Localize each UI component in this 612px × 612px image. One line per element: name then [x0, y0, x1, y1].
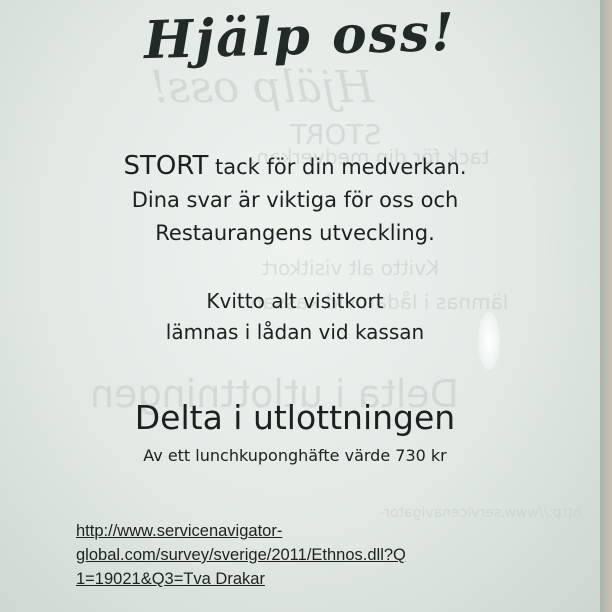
- prize-text: Av ett lunchkuponghäfte värde 730 kr: [143, 446, 447, 465]
- sign-title: Hjälp oss!: [143, 1, 457, 72]
- show-through-receipt: Kvitto alt visitkort: [262, 256, 440, 280]
- survey-link-line-2[interactable]: global.com/survey/sverige/2011/Ethnos.dl…: [76, 543, 526, 567]
- thanks-line-1-rest: tack för din medverkan.: [208, 155, 467, 179]
- survey-link-line-1[interactable]: http://www.servicenavigator-: [76, 519, 526, 543]
- receipt-instructions: Kvitto alt visitkort lämnas i lådan vid …: [0, 286, 590, 348]
- survey-link-line-3[interactable]: 1=19021&Q3=Tva Drakar: [76, 567, 526, 591]
- paper-sign: Hjälp oss! STORT tack för din medverkan.…: [0, 0, 600, 612]
- thanks-emphasis: STORT: [123, 151, 209, 181]
- survey-link[interactable]: http://www.servicenavigator- global.com/…: [76, 519, 526, 591]
- thanks-line-1: STORT tack för din medverkan.: [0, 150, 590, 184]
- thanks-line-3: Restaurangens utveckling.: [155, 221, 435, 245]
- thanks-line-2: Dina svar är viktiga för oss och: [131, 188, 459, 212]
- receipt-line-2: lämnas i lådan vid kassan: [165, 320, 425, 344]
- receipt-line-1: Kvitto alt visitkort: [206, 289, 384, 313]
- thanks-paragraph: STORT tack för din medverkan. Dina svar …: [0, 150, 590, 250]
- lottery-heading: Delta i utlottningen: [134, 398, 456, 437]
- light-glare: [478, 312, 500, 370]
- frame-edge: [600, 0, 612, 612]
- show-through-stort: STORT: [290, 118, 382, 151]
